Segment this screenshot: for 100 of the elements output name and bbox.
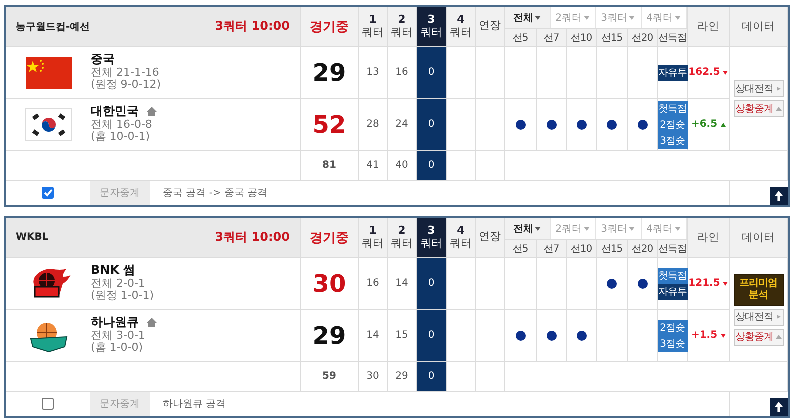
quarter-total: 0	[428, 371, 435, 382]
live-text-checkbox[interactable]	[42, 398, 54, 410]
caret-right-icon	[776, 315, 782, 319]
quarter-score: 15	[396, 330, 408, 341]
period-tab[interactable]: 4쿼터	[642, 218, 687, 239]
column-header: 선15	[597, 240, 628, 258]
total-score: 59	[322, 371, 336, 382]
period-tab[interactable]: 3쿼터	[596, 218, 642, 239]
table-cell	[476, 362, 505, 392]
head-to-head-button[interactable]: 상대전적	[734, 80, 784, 97]
dot-icon	[638, 120, 648, 130]
up-triangle-icon	[720, 122, 726, 126]
quarter-header: 4 쿼터	[447, 7, 476, 47]
dot-icon	[576, 120, 586, 130]
league-name: WKBL	[16, 232, 49, 243]
column-header: 선15	[597, 29, 628, 47]
team-score: 29	[312, 58, 346, 86]
dot-icon	[516, 330, 526, 340]
overtime-header: 연장	[476, 218, 505, 258]
table-cell	[476, 47, 505, 99]
team-score: 52	[312, 110, 346, 138]
quarter-score: 0	[428, 330, 435, 341]
live-text-label: 문자중계	[90, 181, 150, 205]
quarter-header: 4 쿼터	[447, 218, 476, 258]
scroll-top-button[interactable]	[770, 398, 788, 416]
column-header: 선득점	[658, 240, 688, 258]
table-cell	[476, 258, 505, 310]
league-name: 농구월드컵-예선	[16, 20, 90, 34]
team-name: BNK 썸	[91, 264, 136, 278]
overtime-header: 연장	[476, 7, 505, 47]
caret-up-icon	[776, 335, 782, 339]
head-to-head-button[interactable]: 상대전적	[734, 308, 784, 326]
quarter-total: 29	[396, 371, 408, 382]
quarter-score: 28	[366, 119, 380, 130]
first-score-tag: 3점슛	[658, 132, 688, 148]
caret-right-icon	[776, 86, 782, 90]
live-situation-button[interactable]: 상황중계	[734, 100, 784, 117]
caret-down-icon	[584, 16, 590, 20]
first-score-tag: 첫득점	[658, 268, 688, 284]
team-score: 30	[312, 270, 346, 298]
live-text-message: 중국 공격 -> 중국 공격	[162, 187, 268, 201]
period-tab[interactable]: 2쿼터	[550, 7, 596, 28]
caret-down-icon	[535, 16, 542, 20]
quarter-score: 0	[428, 119, 435, 130]
quarter-score: 13	[366, 67, 380, 78]
scroll-top-button[interactable]	[770, 187, 788, 205]
live-situation-button[interactable]: 상황중계	[734, 328, 784, 346]
quarter-header: 3 쿼터	[417, 218, 447, 258]
dot-icon	[576, 330, 586, 340]
column-header: 데이터	[730, 218, 788, 258]
quarter-total: 30	[366, 371, 380, 382]
quarter-score: 14	[396, 278, 408, 289]
period-tab[interactable]: 2쿼터	[550, 218, 596, 239]
first-score-tag: 3점슛	[658, 336, 688, 352]
first-score-tag: 자유투	[658, 64, 688, 80]
column-header: 선5	[505, 240, 537, 258]
team-name: 하나원큐	[91, 316, 139, 330]
team-split-record: (홈 1-0-0)	[91, 342, 144, 356]
game-clock: 3쿼터 10:00	[215, 18, 290, 35]
team-record: 전체 2-0-1	[91, 278, 146, 290]
down-triangle-icon	[720, 334, 726, 338]
period-tab[interactable]: 3쿼터	[596, 7, 642, 28]
column-header: 선10	[567, 29, 597, 47]
line-value: +6.5	[691, 119, 718, 130]
caret-down-icon	[674, 226, 681, 230]
down-triangle-icon	[723, 282, 728, 286]
china-flag-icon	[25, 56, 73, 90]
up-arrow-icon	[775, 191, 783, 201]
quarter-header: 1 쿼터	[359, 218, 388, 258]
line-value: +1.5	[691, 330, 718, 341]
live-text-checkbox[interactable]	[42, 187, 54, 199]
quarter-header: 2 쿼터	[388, 7, 417, 47]
team-record: 전체 16-0-8	[91, 118, 154, 132]
team-name: 대한민국	[91, 104, 139, 119]
caret-down-icon	[629, 226, 636, 230]
caret-up-icon	[776, 106, 782, 110]
column-header: 선7	[537, 240, 567, 258]
line-value: 162.5	[688, 67, 720, 78]
quarter-score: 24	[396, 119, 408, 130]
quarter-score: 0	[428, 278, 435, 289]
quarter-score: 16	[396, 67, 408, 78]
team-record: 전체 21-1-16	[91, 66, 160, 80]
quarter-header: 1 쿼터	[359, 7, 388, 47]
first-score-tag: 2점슛	[658, 116, 688, 132]
column-header: 선10	[567, 240, 597, 258]
team-split-record: (원정 9-0-12)	[91, 79, 162, 92]
first-score-tag: 2점슛	[658, 320, 688, 336]
quarter-total: 0	[428, 160, 435, 171]
column-header: 선득점	[658, 29, 688, 47]
column-header: 라인	[688, 7, 730, 47]
total-score: 81	[322, 160, 336, 171]
first-score-tag: 첫득점	[658, 100, 688, 116]
column-header: 선7	[537, 29, 567, 47]
dot-icon	[607, 120, 617, 130]
team-split-record: (홈 10-0-1)	[91, 131, 152, 144]
period-tab[interactable]: 4쿼터	[642, 7, 687, 28]
game-clock: 3쿼터 10:00	[215, 229, 290, 246]
team-record: 전체 3-0-1	[91, 330, 146, 342]
quarter-total: 40	[396, 160, 408, 171]
premium-analysis-button[interactable]: 프리미엄 분석	[734, 274, 784, 306]
